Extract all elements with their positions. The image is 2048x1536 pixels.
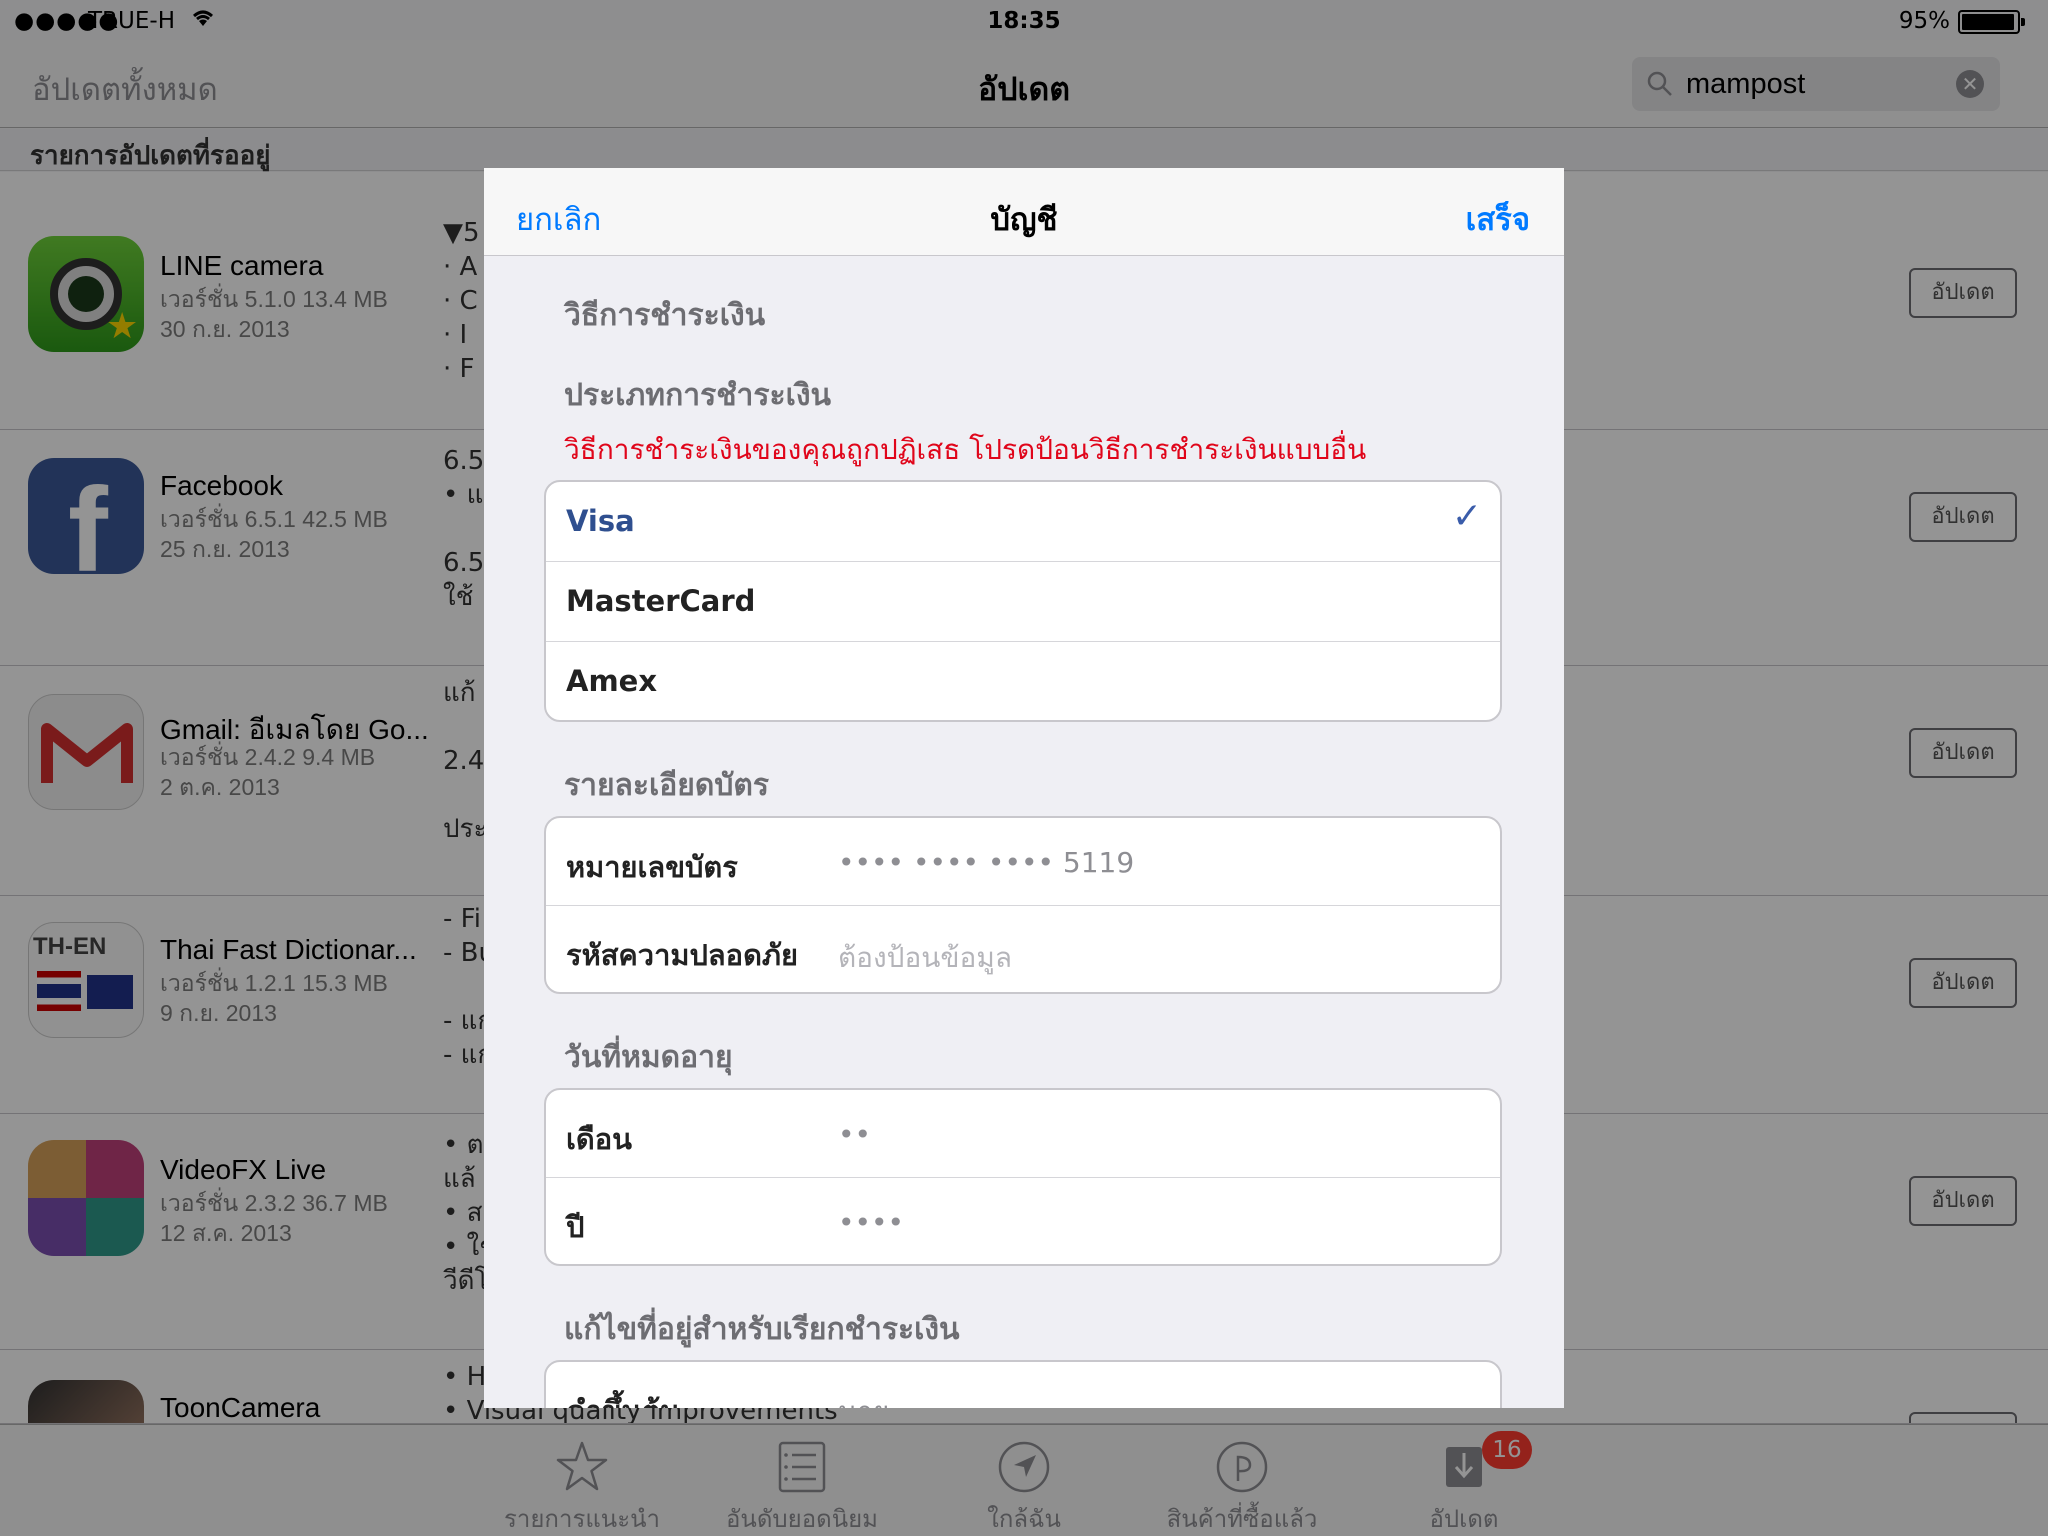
- done-button[interactable]: เสร็จ: [1466, 194, 1530, 244]
- account-modal: ยกเลิก บัญชี เสร็จ วิธีการชำระเงิน ประเภ…: [484, 168, 1564, 1408]
- expiry-heading: วันที่หมดอายุ: [564, 1040, 733, 1075]
- payment-option-amex[interactable]: Amex: [546, 642, 1500, 720]
- payment-option-label: MasterCard: [566, 584, 756, 618]
- expiry-group: เดือน •• ปี ••••: [544, 1088, 1502, 1266]
- payment-option-visa[interactable]: Visa ✓: [546, 482, 1500, 562]
- payment-type-list: Visa ✓ MasterCard Amex: [544, 480, 1502, 722]
- checkmark-icon: ✓: [1451, 496, 1482, 537]
- security-code-input[interactable]: ต้องป้อนข้อมูล: [838, 936, 1012, 980]
- billing-title-row[interactable]: คำขึ้นต้น นาย: [546, 1362, 1500, 1408]
- payment-option-label: Visa: [566, 504, 635, 538]
- security-code-label: รหัสความปลอดภัย: [566, 938, 799, 972]
- billing-address-group: คำขึ้นต้น นาย: [544, 1360, 1502, 1408]
- month-label: เดือน: [566, 1122, 632, 1156]
- payment-type-heading: ประเภทการชำระเงิน: [564, 378, 832, 413]
- expiry-month-row[interactable]: เดือน ••: [546, 1090, 1500, 1178]
- payment-option-label: Amex: [566, 664, 658, 698]
- payment-error-message: วิธีการชำระเงินของคุณถูกปฏิเสธ โปรดป้อนว…: [564, 433, 1367, 466]
- billing-title-label: คำขึ้นต้น: [566, 1388, 680, 1408]
- card-details-heading: รายละเอียดบัตร: [564, 768, 770, 803]
- payment-method-heading: วิธีการชำระเงิน: [564, 298, 766, 333]
- billing-address-heading: แก้ไขที่อยู่สำหรับเรียกชำระเงิน: [564, 1312, 960, 1347]
- modal-title: บัญชี: [990, 202, 1058, 238]
- year-label: ปี: [566, 1210, 585, 1244]
- expiry-year-row[interactable]: ปี ••••: [546, 1178, 1500, 1264]
- card-number-value[interactable]: •••• •••• •••• 5119: [838, 846, 1134, 879]
- payment-option-mastercard[interactable]: MasterCard: [546, 562, 1500, 642]
- card-details-group: หมายเลขบัตร •••• •••• •••• 5119 รหัสความ…: [544, 816, 1502, 994]
- billing-title-value[interactable]: นาย: [838, 1390, 889, 1408]
- card-number-row[interactable]: หมายเลขบัตร •••• •••• •••• 5119: [546, 818, 1500, 906]
- modal-navigation-bar: ยกเลิก บัญชี เสร็จ: [484, 168, 1564, 256]
- year-value[interactable]: ••••: [838, 1206, 904, 1239]
- security-code-row[interactable]: รหัสความปลอดภัย ต้องป้อนข้อมูล: [546, 906, 1500, 992]
- card-number-label: หมายเลขบัตร: [566, 850, 738, 884]
- month-value[interactable]: ••: [838, 1118, 871, 1151]
